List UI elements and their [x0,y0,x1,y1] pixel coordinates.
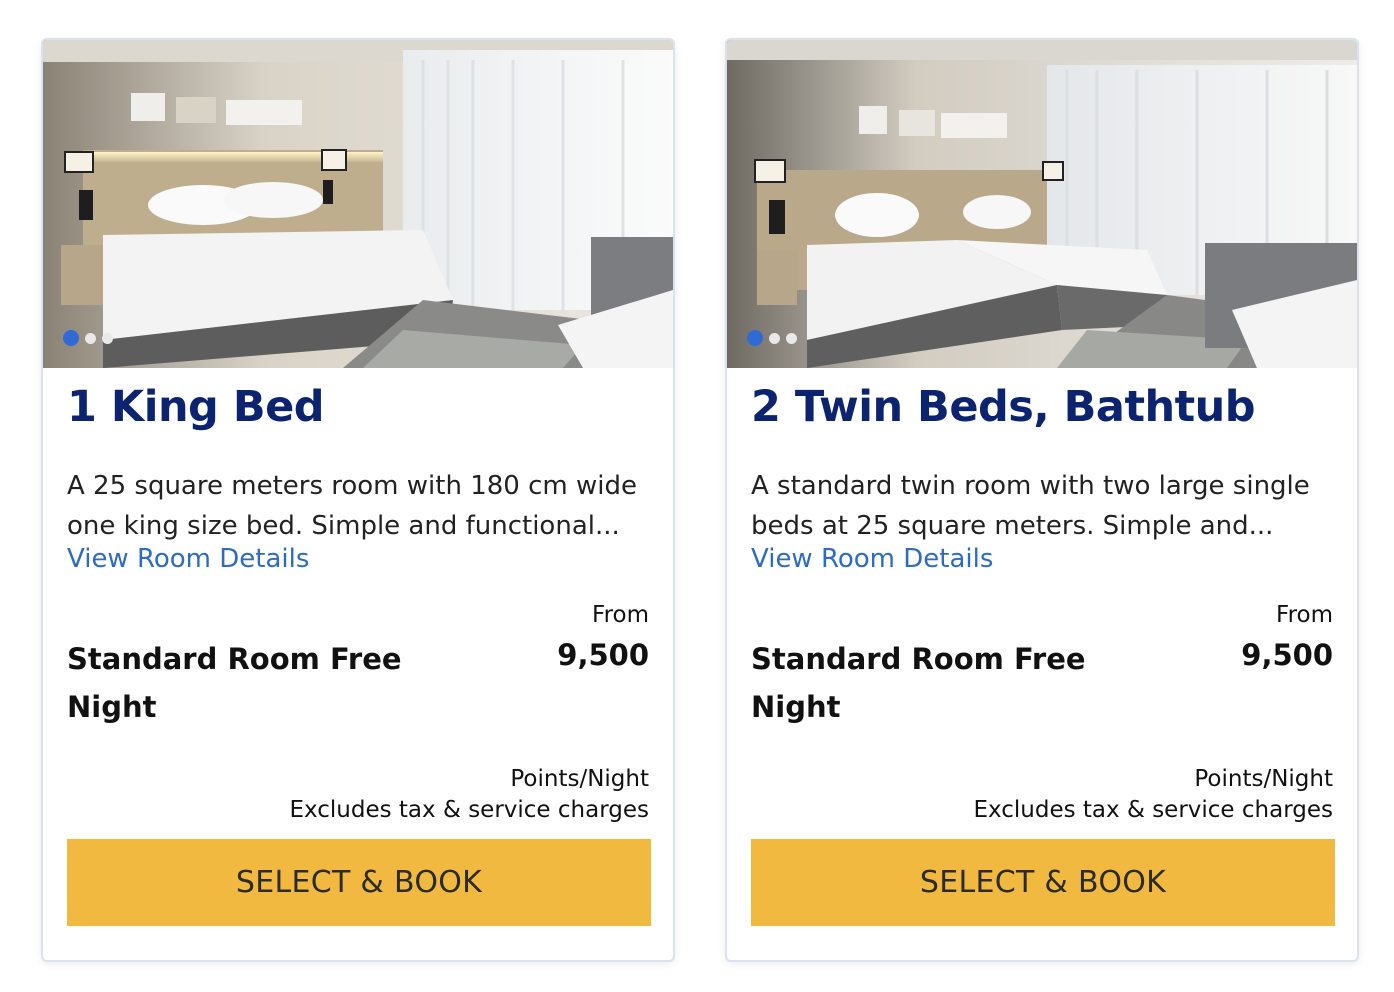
room-photo-illustration [727,40,1357,368]
carousel-dot[interactable] [85,332,96,344]
rate-name: Standard Room Free Night [67,642,402,724]
rate-name: Standard Room Free Night [751,642,1086,724]
select-and-book-button[interactable]: SELECT & BOOK [67,839,651,926]
room-card-twin: 2 Twin Beds, Bathtub A standard twin roo… [725,38,1359,962]
view-room-details-link[interactable]: View Room Details [751,544,993,574]
room-description: A standard twin room with two large sing… [751,471,1310,541]
tax-note: Excludes tax & service charges [973,797,1333,823]
carousel-dot-active[interactable] [63,330,79,346]
carousel-dots [63,330,113,346]
view-room-details-link[interactable]: View Room Details [67,544,309,574]
room-photo[interactable] [727,40,1357,368]
room-title: 2 Twin Beds, Bathtub [751,382,1256,432]
tax-note: Excludes tax & service charges [289,797,649,823]
from-label: From [1276,602,1333,628]
carousel-dot[interactable] [786,332,797,344]
room-title: 1 King Bed [67,382,325,432]
from-label: From [592,602,649,628]
points-price: 9,500 [1241,638,1333,672]
points-unit-label: Points/Night [510,766,649,792]
carousel-dot-active[interactable] [747,330,763,346]
points-price: 9,500 [557,638,649,672]
carousel-dot[interactable] [769,332,780,344]
carousel-dot[interactable] [102,332,113,344]
select-and-book-button[interactable]: SELECT & BOOK [751,839,1335,926]
room-description: A 25 square meters room with 180 cm wide… [67,471,637,541]
room-photo-illustration [43,40,673,368]
points-unit-label: Points/Night [1194,766,1333,792]
room-card-king: 1 King Bed A 25 square meters room with … [41,38,675,962]
carousel-dots [747,330,797,346]
room-photo[interactable] [43,40,673,368]
